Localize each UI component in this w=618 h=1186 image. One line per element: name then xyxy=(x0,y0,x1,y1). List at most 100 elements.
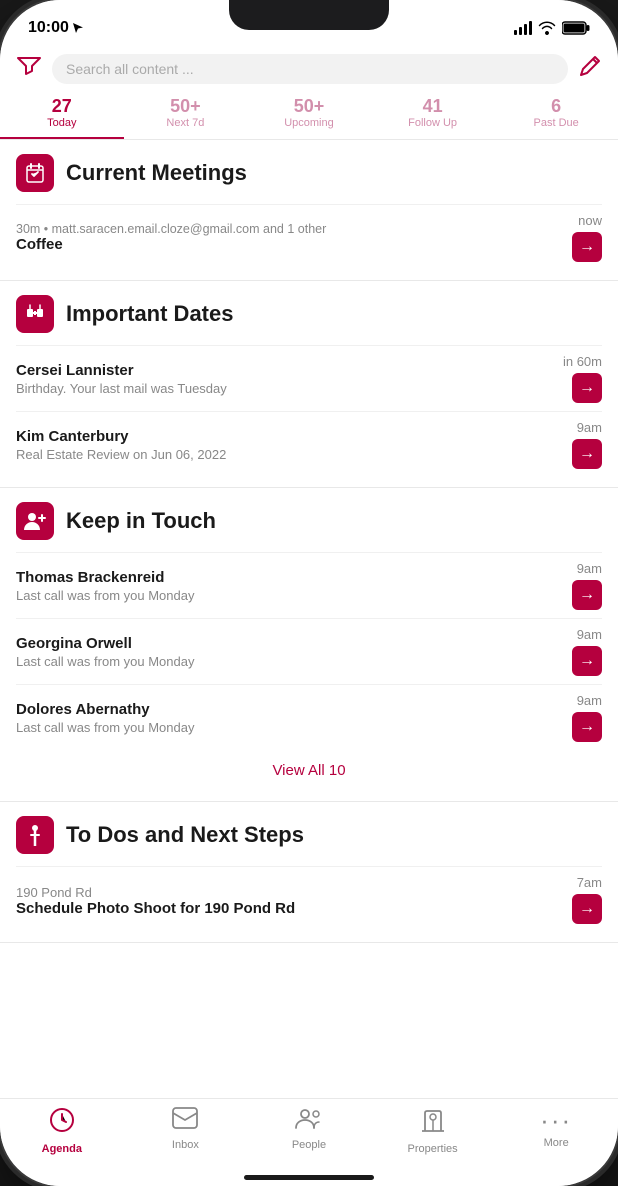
current-meetings-title: Current Meetings xyxy=(66,160,247,186)
meeting-item-coffee[interactable]: 30m • matt.saracen.email.cloze@gmail.com… xyxy=(16,204,602,270)
date-kim-right: 9am → xyxy=(572,420,602,469)
nav-item-inbox[interactable]: Inbox xyxy=(124,1107,248,1151)
tabs-bar: 27 Today 50+ Next 7d 50+ Upcoming 41 Fol… xyxy=(0,90,618,140)
tab-next7d-count: 50+ xyxy=(128,96,244,117)
date-item-cersei[interactable]: Cersei Lannister Birthday. Your last mai… xyxy=(16,345,602,411)
more-label: More xyxy=(544,1137,569,1149)
tab-today[interactable]: 27 Today xyxy=(0,90,124,139)
search-bar[interactable]: Search all content ... xyxy=(52,54,568,84)
phone-frame: 10:00 xyxy=(0,0,618,1186)
touch-georgina-name: Georgina Orwell xyxy=(16,635,572,652)
touch-dolores-sub: Last call was from you Monday xyxy=(16,720,572,735)
touch-georgina-sub: Last call was from you Monday xyxy=(16,654,572,669)
touch-dolores-time: 9am xyxy=(577,693,602,708)
todo-photoshoot-right: 7am → xyxy=(572,875,602,924)
tab-upcoming-label: Upcoming xyxy=(251,117,367,129)
inbox-icon xyxy=(172,1107,198,1135)
important-dates-title: Important Dates xyxy=(66,301,233,327)
touch-dolores-name: Dolores Abernathy xyxy=(16,701,572,718)
tab-followup-label: Follow Up xyxy=(375,117,491,129)
top-bar: Search all content ... xyxy=(0,48,618,90)
date-cersei-right: in 60m → xyxy=(563,354,602,403)
date-kim-time: 9am xyxy=(577,420,602,435)
time-display: 10:00 xyxy=(28,19,69,37)
todo-item-photo-shoot[interactable]: 190 Pond Rd Schedule Photo Shoot for 190… xyxy=(16,866,602,932)
date-cersei-name: Cersei Lannister xyxy=(16,362,563,379)
current-meetings-section: Current Meetings 30m • matt.saracen.emai… xyxy=(0,140,618,281)
view-all-button[interactable]: View All 10 xyxy=(16,750,602,791)
main-content: Current Meetings 30m • matt.saracen.emai… xyxy=(0,140,618,1106)
people-label: People xyxy=(292,1139,326,1151)
tab-today-label: Today xyxy=(4,117,120,129)
signal-icon xyxy=(514,21,532,35)
phone-screen: 10:00 xyxy=(0,0,618,1186)
todo-photoshoot-content: 190 Pond Rd Schedule Photo Shoot for 190… xyxy=(16,883,572,917)
properties-label: Properties xyxy=(408,1143,458,1155)
todo-photoshoot-time: 7am xyxy=(577,875,602,890)
touch-thomas-arrow[interactable]: → xyxy=(572,580,602,610)
touch-georgina-content: Georgina Orwell Last call was from you M… xyxy=(16,635,572,669)
agenda-label: Agenda xyxy=(42,1143,82,1155)
date-cersei-sub: Birthday. Your last mail was Tuesday xyxy=(16,381,563,396)
meeting-time: now xyxy=(578,213,602,228)
meeting-item-right: now → xyxy=(572,213,602,262)
tab-upcoming-count: 50+ xyxy=(251,96,367,117)
touch-item-dolores[interactable]: Dolores Abernathy Last call was from you… xyxy=(16,684,602,750)
tab-pastdue-label: Past Due xyxy=(498,117,614,129)
todos-section: To Dos and Next Steps 190 Pond Rd Schedu… xyxy=(0,802,618,943)
tab-next7d-label: Next 7d xyxy=(128,117,244,129)
touch-dolores-arrow[interactable]: → xyxy=(572,712,602,742)
nav-item-properties[interactable]: Properties xyxy=(371,1107,495,1155)
meetings-icon xyxy=(16,154,54,192)
home-indicator xyxy=(244,1175,374,1180)
todos-header: To Dos and Next Steps xyxy=(16,816,602,854)
status-icons xyxy=(514,21,590,35)
people-icon xyxy=(295,1107,323,1135)
date-item-kim[interactable]: Kim Canterbury Real Estate Review on Jun… xyxy=(16,411,602,477)
meeting-item-content: 30m • matt.saracen.email.cloze@gmail.com… xyxy=(16,222,572,253)
date-cersei-time: in 60m xyxy=(563,354,602,369)
touch-item-thomas[interactable]: Thomas Brackenreid Last call was from yo… xyxy=(16,552,602,618)
keep-in-touch-section: Keep in Touch Thomas Brackenreid Last ca… xyxy=(0,488,618,802)
properties-icon xyxy=(421,1107,445,1139)
date-kim-content: Kim Canterbury Real Estate Review on Jun… xyxy=(16,428,572,462)
date-kim-name: Kim Canterbury xyxy=(16,428,572,445)
meeting-name: Coffee xyxy=(16,236,572,253)
touch-georgina-arrow[interactable]: → xyxy=(572,646,602,676)
keep-in-touch-title: Keep in Touch xyxy=(66,508,216,534)
filter-button[interactable] xyxy=(16,54,42,84)
touch-thomas-time: 9am xyxy=(577,561,602,576)
agenda-icon xyxy=(49,1107,75,1139)
important-dates-section: Important Dates Cersei Lannister Birthda… xyxy=(0,281,618,488)
inbox-label: Inbox xyxy=(172,1139,199,1151)
todos-icon xyxy=(16,816,54,854)
touch-georgina-right: 9am → xyxy=(572,627,602,676)
touch-item-georgina[interactable]: Georgina Orwell Last call was from you M… xyxy=(16,618,602,684)
nav-item-agenda[interactable]: Agenda xyxy=(0,1107,124,1155)
tab-next7d[interactable]: 50+ Next 7d xyxy=(124,90,248,139)
notch xyxy=(229,0,389,30)
tab-followup[interactable]: 41 Follow Up xyxy=(371,90,495,139)
date-kim-sub: Real Estate Review on Jun 06, 2022 xyxy=(16,447,572,462)
status-time: 10:00 xyxy=(28,19,84,37)
date-kim-arrow[interactable]: → xyxy=(572,439,602,469)
meeting-sub: 30m • matt.saracen.email.cloze@gmail.com… xyxy=(16,222,572,236)
meeting-arrow-button[interactable]: → xyxy=(572,232,602,262)
todo-photoshoot-arrow[interactable]: → xyxy=(572,894,602,924)
touch-thomas-content: Thomas Brackenreid Last call was from yo… xyxy=(16,569,572,603)
nav-item-people[interactable]: People xyxy=(247,1107,371,1151)
more-icon: ··· xyxy=(540,1107,572,1133)
battery-icon xyxy=(562,21,590,35)
search-placeholder: Search all content ... xyxy=(66,61,194,77)
date-cersei-arrow[interactable]: → xyxy=(572,373,602,403)
wifi-icon xyxy=(538,21,556,35)
tab-today-count: 27 xyxy=(4,96,120,117)
keep-in-touch-header: Keep in Touch xyxy=(16,502,602,540)
todos-title: To Dos and Next Steps xyxy=(66,822,304,848)
todo-photoshoot-address: 190 Pond Rd xyxy=(16,885,572,900)
compose-button[interactable] xyxy=(578,54,602,84)
tab-pastdue[interactable]: 6 Past Due xyxy=(494,90,618,139)
tab-upcoming[interactable]: 50+ Upcoming xyxy=(247,90,371,139)
touch-thomas-name: Thomas Brackenreid xyxy=(16,569,572,586)
nav-item-more[interactable]: ··· More xyxy=(494,1107,618,1149)
